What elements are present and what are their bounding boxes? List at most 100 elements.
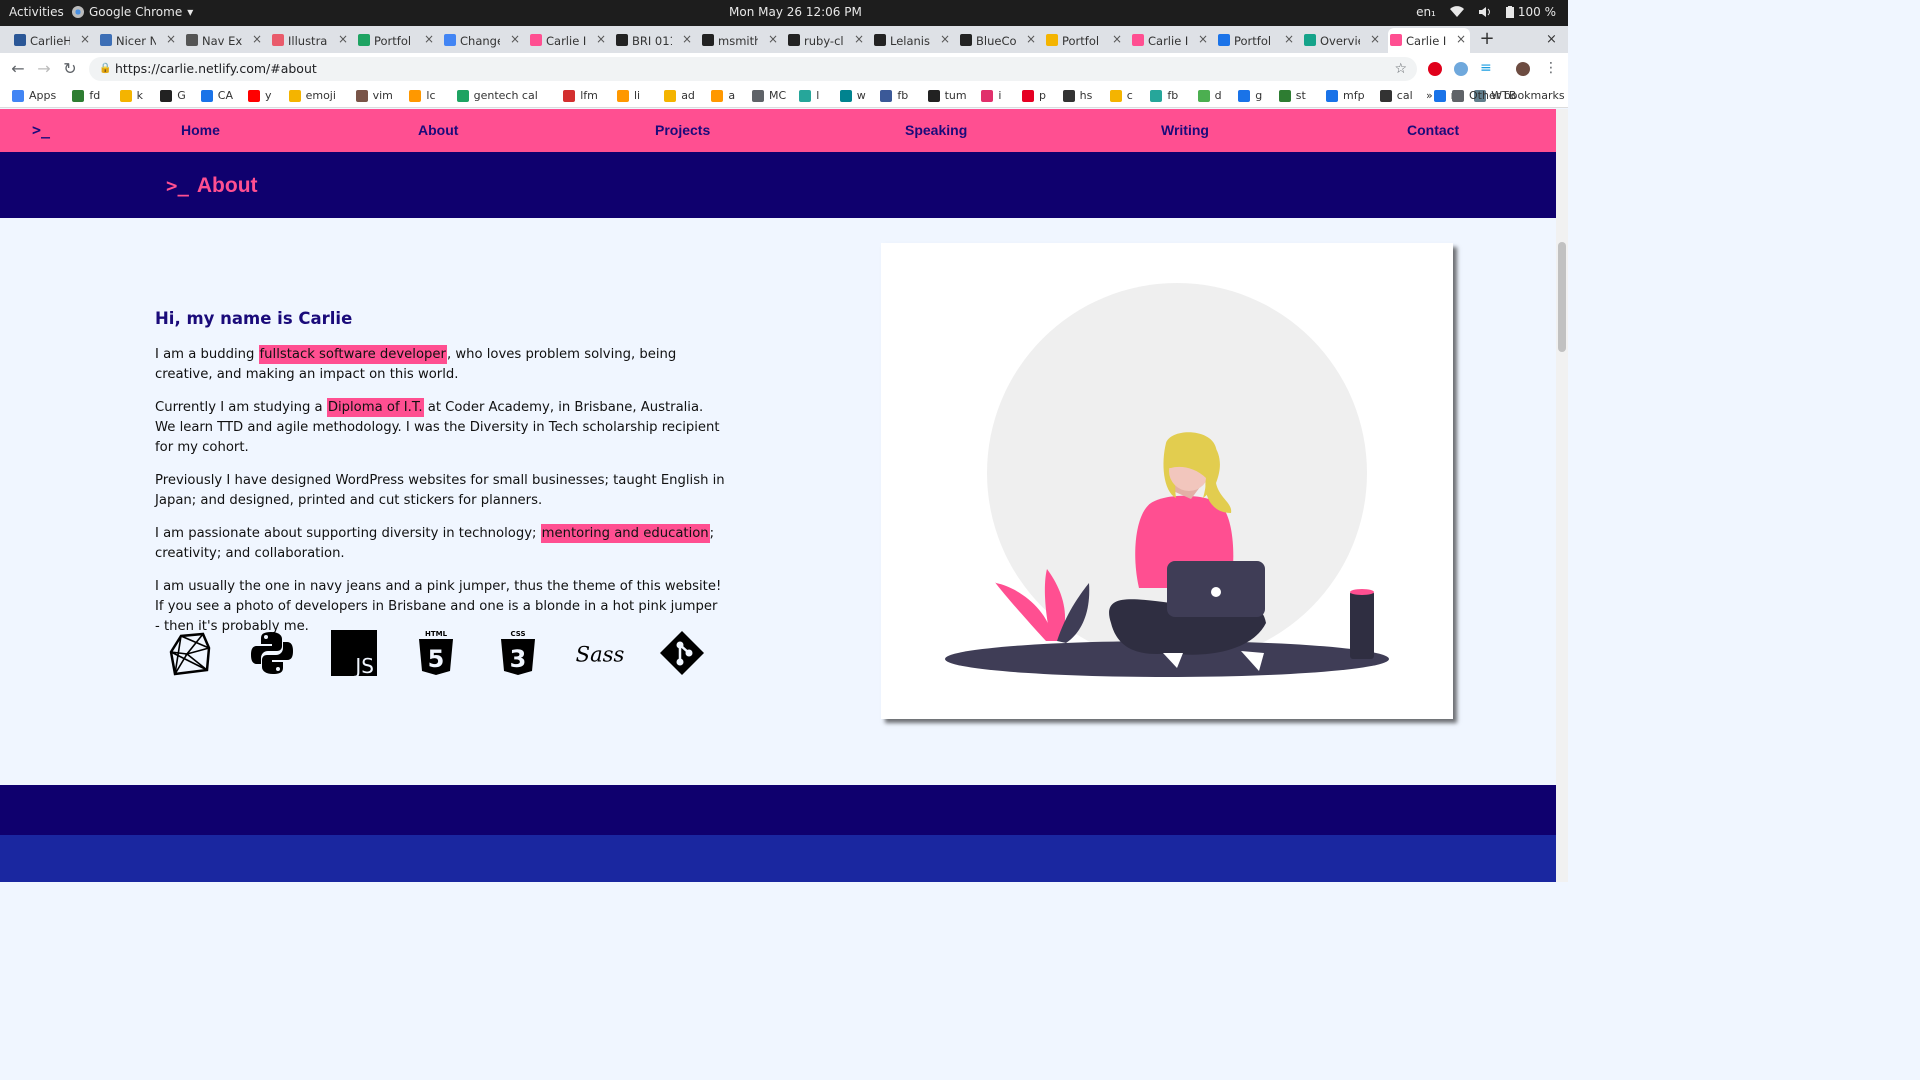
bookmark-item[interactable]: G: [160, 89, 186, 102]
browser-tab[interactable]: Lelanis ×: [872, 28, 954, 53]
extension-icon[interactable]: [1454, 62, 1468, 76]
bookmark-item[interactable]: CA: [200, 89, 233, 102]
tab-favicon-icon: [186, 34, 198, 46]
browser-tab[interactable]: Carlie I ×: [1388, 28, 1470, 53]
browser-tab[interactable]: BRI 011 ×: [614, 28, 696, 53]
tab-close-icon[interactable]: ×: [166, 32, 176, 46]
close-window-icon[interactable]: ×: [1546, 32, 1557, 47]
nav-link-about[interactable]: About: [418, 122, 458, 138]
browser-tab[interactable]: Portfol ×: [1044, 28, 1126, 53]
bookmark-item[interactable]: y: [248, 89, 272, 102]
bookmark-favicon-icon: [927, 89, 940, 102]
bookmark-item[interactable]: cal: [1379, 89, 1413, 102]
tab-close-icon[interactable]: ×: [1284, 32, 1294, 46]
other-bookmarks[interactable]: Other bookmarks: [1452, 89, 1565, 102]
bookmark-item[interactable]: lc: [409, 89, 436, 102]
bookmark-item[interactable]: lfm: [563, 89, 598, 102]
tab-close-icon[interactable]: ×: [1370, 32, 1380, 46]
address-bar[interactable]: 🔒 https://carlie.netlify.com/#about ☆: [89, 57, 1417, 81]
app-menu[interactable]: Google Chrome ▾: [72, 5, 193, 19]
bookmark-item[interactable]: w: [839, 89, 866, 102]
bookmark-item[interactable]: st: [1278, 89, 1306, 102]
tab-favicon-icon: [1390, 34, 1402, 46]
footer-band: [0, 785, 1556, 835]
bookmark-item[interactable]: ad: [664, 89, 695, 102]
footer-band-lower: [0, 835, 1556, 882]
bookmark-item[interactable]: emoji: [288, 89, 336, 102]
new-tab-button[interactable]: +: [1477, 30, 1497, 50]
clock[interactable]: Mon May 26 12:06 PM: [729, 5, 862, 19]
filter-extension-icon[interactable]: ≡: [1480, 61, 1494, 76]
browser-tab[interactable]: Illustra ×: [270, 28, 352, 53]
activities-button[interactable]: Activities: [9, 5, 64, 19]
url-text[interactable]: https://carlie.netlify.com/#about: [115, 61, 317, 76]
system-tray[interactable]: en₁ 100 %: [1416, 5, 1556, 19]
bookmark-item[interactable]: a: [711, 89, 735, 102]
bookmark-item[interactable]: k: [119, 89, 143, 102]
reload-button[interactable]: ↻: [60, 59, 80, 78]
bookmark-item[interactable]: hs: [1062, 89, 1092, 102]
bookmark-item[interactable]: Apps: [12, 89, 56, 102]
bookmark-item[interactable]: i: [981, 89, 1001, 102]
bookmark-item[interactable]: fb: [1150, 89, 1178, 102]
bookmark-item[interactable]: fd: [72, 89, 100, 102]
browser-tab[interactable]: Portfol ×: [1216, 28, 1298, 53]
nav-link-home[interactable]: Home: [181, 122, 220, 138]
browser-tab[interactable]: Nav Ex ×: [184, 28, 266, 53]
browser-tab[interactable]: Carlie I ×: [528, 28, 610, 53]
avatar[interactable]: [1516, 62, 1530, 76]
tab-close-icon[interactable]: ×: [768, 32, 778, 46]
tab-close-icon[interactable]: ×: [1112, 32, 1122, 46]
nav-link-speaking[interactable]: Speaking: [905, 122, 967, 138]
bookmark-item[interactable]: vim: [355, 89, 393, 102]
browser-tab[interactable]: Nicer N ×: [98, 28, 180, 53]
bookmark-item[interactable]: c: [1109, 89, 1133, 102]
tab-close-icon[interactable]: ×: [854, 32, 864, 46]
tab-close-icon[interactable]: ×: [1026, 32, 1036, 46]
bookmark-item[interactable]: gentech cal: [456, 89, 538, 102]
bookmark-item[interactable]: tum: [927, 89, 967, 102]
text: I am passionate about supporting diversi…: [155, 526, 541, 541]
battery-percent: 100 %: [1517, 5, 1556, 19]
bookmark-star-icon[interactable]: ☆: [1394, 57, 1407, 81]
browser-tab[interactable]: msmith ×: [700, 28, 782, 53]
forward-button[interactable]: →: [34, 59, 54, 78]
scrollbar-thumb[interactable]: [1558, 242, 1566, 352]
tab-close-icon[interactable]: ×: [252, 32, 262, 46]
bookmark-item[interactable]: g: [1238, 89, 1262, 102]
browser-tab[interactable]: Overvie ×: [1302, 28, 1384, 53]
tab-close-icon[interactable]: ×: [338, 32, 348, 46]
nav-link-contact[interactable]: Contact: [1407, 122, 1459, 138]
tab-close-icon[interactable]: ×: [940, 32, 950, 46]
bookmark-item[interactable]: p: [1022, 89, 1046, 102]
keyboard-layout[interactable]: en₁: [1416, 5, 1436, 19]
site-logo[interactable]: >_: [32, 121, 50, 139]
browser-tab[interactable]: Change ×: [442, 28, 524, 53]
browser-tab[interactable]: CarlieH ×: [12, 28, 94, 53]
battery-icon: [1505, 6, 1514, 18]
tab-close-icon[interactable]: ×: [1198, 32, 1208, 46]
bookmark-item[interactable]: mfp: [1326, 89, 1365, 102]
tab-close-icon[interactable]: ×: [1456, 32, 1466, 46]
nav-link-writing[interactable]: Writing: [1161, 122, 1209, 138]
bookmark-item[interactable]: MC: [752, 89, 786, 102]
nav-link-projects[interactable]: Projects: [655, 122, 710, 138]
opera-extension-icon[interactable]: [1428, 62, 1442, 76]
back-button[interactable]: ←: [8, 59, 28, 78]
bookmarks-overflow-button[interactable]: »: [1426, 89, 1433, 102]
menu-kebab-icon[interactable]: ⋮: [1544, 61, 1558, 76]
browser-tab[interactable]: BlueCo ×: [958, 28, 1040, 53]
browser-tab[interactable]: Portfol ×: [356, 28, 438, 53]
bookmark-item[interactable]: d: [1197, 89, 1222, 102]
tab-close-icon[interactable]: ×: [424, 32, 434, 46]
bookmark-item[interactable]: li: [617, 89, 640, 102]
tab-close-icon[interactable]: ×: [80, 32, 90, 46]
browser-tab[interactable]: ruby-cl ×: [786, 28, 868, 53]
tab-close-icon[interactable]: ×: [596, 32, 606, 46]
tab-close-icon[interactable]: ×: [682, 32, 692, 46]
page-scrollbar[interactable]: [1556, 109, 1568, 882]
browser-tab[interactable]: Carlie I ×: [1130, 28, 1212, 53]
bookmark-item[interactable]: l: [799, 89, 819, 102]
bookmark-item[interactable]: fb: [880, 89, 908, 102]
tab-close-icon[interactable]: ×: [510, 32, 520, 46]
